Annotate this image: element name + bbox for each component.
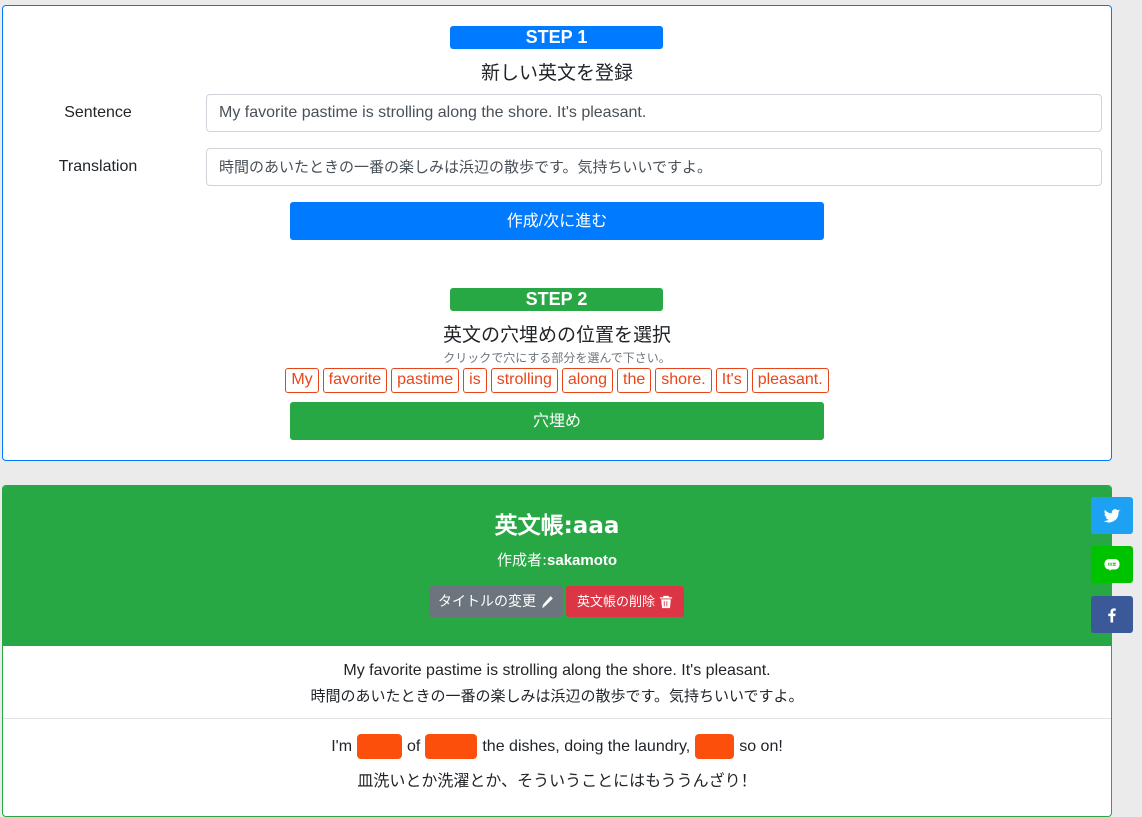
twitter-icon [1103,508,1121,522]
word-chip-row: My favorite pastime is strolling along t… [3,368,1111,393]
share-twitter-button[interactable] [1091,497,1133,534]
step2-hint: クリックで穴にする部分を選んで下さい。 [443,351,671,365]
entry-text-part: so on! [739,737,783,755]
rename-title-label: タイトルの変更 [438,593,536,609]
share-line-button[interactable] [1091,546,1133,583]
word-chip[interactable]: pastime [391,368,460,393]
word-chip[interactable]: shore. [655,368,712,393]
word-chip[interactable]: pleasant. [751,368,829,393]
author-prefix: 作成者: [496,551,548,569]
word-chip[interactable]: the [617,368,652,393]
word-chip[interactable]: My [285,368,319,393]
book-header: 英文帳:aaa 作成者:sakamoto タイトルの変更 英文帳の削除 [3,486,1111,646]
word-chip[interactable]: strolling [490,368,558,393]
entry-text-part: of [407,737,421,755]
step2-badge: STEP 2 [450,288,663,311]
entry-text-part: the dishes, doing the laundry, [482,737,691,755]
step2-title: 英文の穴埋めの位置を選択 [442,324,671,346]
translation-label: Translation [58,158,138,175]
line-icon [1104,558,1120,571]
create-sentence-card: STEP 1 新しい英文を登録 Sentence Translation 作成/… [2,5,1112,461]
entry-text-part: I'm [331,737,353,755]
blank-box[interactable] [357,734,403,759]
facebook-icon [1108,607,1116,622]
delete-book-label: 英文帳の削除 [576,594,655,609]
word-chip[interactable]: favorite [322,368,388,393]
share-facebook-button[interactable] [1091,596,1133,633]
entry-japanese: 時間のあいたときの一番の楽しみは浜辺の散歩です。気持ちいいですよ。 [310,687,804,705]
word-chip[interactable]: It's [715,368,748,393]
sentence-book-card: 英文帳:aaa 作成者:sakamoto タイトルの変更 英文帳の削除 My f… [2,485,1112,817]
entry-english-blanked: I'm of the dishes, doing the laundry, so… [3,734,1111,759]
sentence-label: Sentence [64,104,132,121]
trash-icon [659,595,673,608]
translation-input[interactable] [206,148,1102,186]
step1-title: 新しい英文を登録 [480,62,633,84]
entry-divider [3,718,1111,719]
entry-japanese: 皿洗いとか洗濯とか、そういうことにはもううんざり！ [357,771,757,790]
blank-box[interactable] [425,734,478,759]
sentence-input[interactable] [206,94,1102,132]
blank-box[interactable] [695,734,735,759]
entry-english: My favorite pastime is strolling along t… [343,662,771,679]
word-chip[interactable]: is [463,368,487,393]
step1-badge: STEP 1 [450,26,663,49]
pencil-icon [542,595,553,608]
word-chip[interactable]: along [561,368,614,393]
book-title: 英文帳:aaa [494,513,620,539]
book-author: 作成者:sakamoto [3,549,1111,570]
create-next-button[interactable]: 作成/次に進む [290,202,824,240]
rename-title-button[interactable]: タイトルの変更 [429,586,563,617]
author-name: sakamoto [547,552,618,569]
delete-book-button[interactable]: 英文帳の削除 [566,586,684,617]
fill-blank-button[interactable]: 穴埋め [290,402,824,440]
